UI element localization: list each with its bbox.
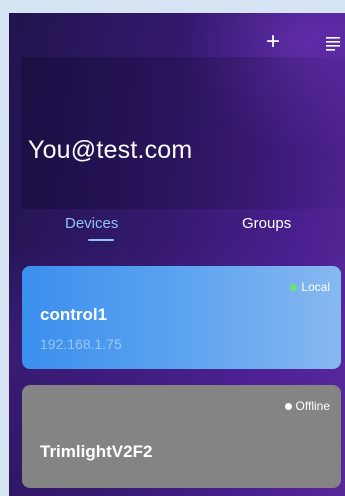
tab-bar: Devices Groups	[9, 209, 345, 249]
tab-groups[interactable]: Groups	[242, 215, 291, 232]
menu-button[interactable]	[325, 35, 341, 51]
status-label: Offline	[295, 399, 330, 413]
add-device-button[interactable]: +	[263, 28, 283, 55]
device-name: TrimlightV2F2	[40, 442, 153, 461]
menu-lines-icon	[326, 37, 340, 51]
profile-header	[21, 57, 345, 209]
device-card-trimlightv2f2[interactable]: Offline TrimlightV2F2	[22, 385, 341, 488]
plus-icon: +	[265, 28, 280, 55]
device-card-control1[interactable]: Local control1 192.168.1.75	[22, 266, 341, 369]
status-badge: Offline	[284, 399, 330, 413]
status-label: Local	[301, 280, 330, 294]
device-ip: 192.168.1.75	[40, 336, 122, 352]
device-name: control1	[40, 305, 108, 324]
status-dot-icon	[290, 283, 298, 291]
tab-devices[interactable]: Devices	[65, 215, 118, 232]
user-email: You@test.com	[28, 136, 193, 164]
app-screen: + You@test.com Devices Groups Local cont…	[9, 13, 345, 496]
active-tab-indicator	[88, 239, 114, 241]
status-dot-icon	[284, 402, 292, 410]
status-badge: Local	[290, 280, 330, 294]
